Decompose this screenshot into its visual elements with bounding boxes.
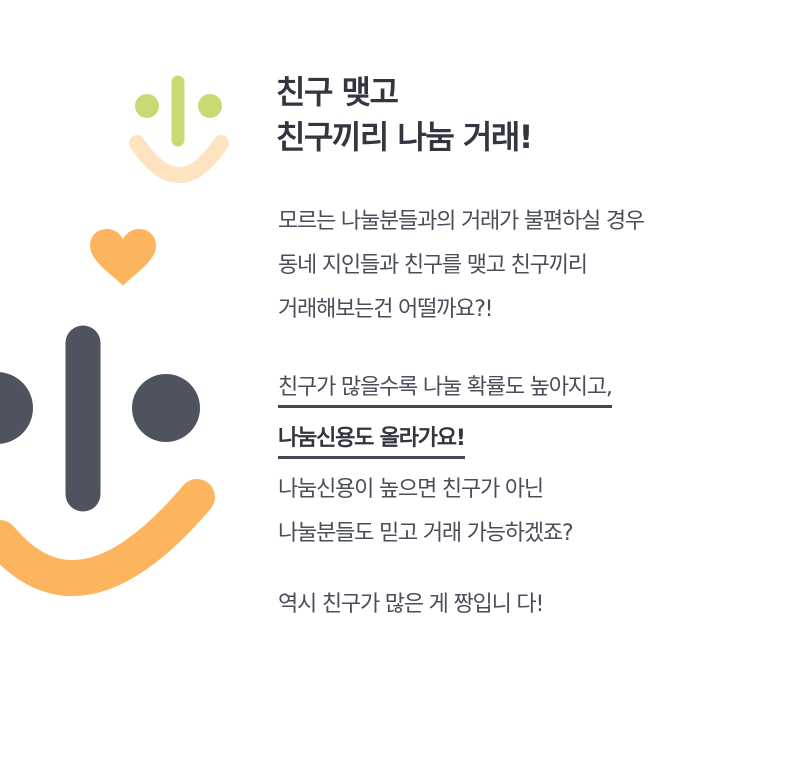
small-smiley-right-eye xyxy=(198,94,222,118)
intro-line-2: 동네 지인들과 친구를 맺고 친구끼리 xyxy=(278,253,588,278)
intro-line-1: 모르는 나눌분들과의 거래가 불편하실 경우 xyxy=(278,209,645,234)
big-smiley-left-eye xyxy=(0,372,33,444)
title-line-1: 친구 맺고 xyxy=(276,73,399,111)
small-smiley-mouth xyxy=(129,135,229,183)
credit-line-3: 나눔신용이 높으면 친구가 아닌 xyxy=(278,477,544,502)
credit-line-2-highlight: 나눔신용도 올라가요! xyxy=(278,422,466,459)
credit-line-4: 나눌분들도 믿고 거래 가능하겠죠? xyxy=(278,521,574,546)
small-smiley-icon xyxy=(129,75,229,183)
credit-paragraph: 친구가 많을수록 나눌 확률도 높아지고, 나눔신용도 올라가요! 나눔신용이 … xyxy=(278,366,800,556)
big-smiley-mouth xyxy=(0,479,215,596)
intro-paragraph: 모르는 나눌분들과의 거래가 불편하실 경우 동네 지인들과 친구를 맺고 친구… xyxy=(278,200,645,332)
intro-line-3: 거래해보는건 어떨까요?! xyxy=(278,297,493,322)
closing-line-1: 역시 친구가 많은 게 짱입니 다! xyxy=(278,592,544,617)
heart-icon xyxy=(90,229,156,286)
credit-line-1-underlined: 친구가 많을수록 나눌 확률도 높아지고, xyxy=(278,371,613,408)
big-smiley-icon xyxy=(0,325,215,596)
small-smiley-left-eye xyxy=(135,94,159,118)
closing-paragraph: 역시 친구가 많은 게 짱입니 다! xyxy=(278,583,544,627)
page-title: 친구 맺고 친구끼리 나눔 거래! xyxy=(276,70,533,160)
big-smiley-right-eye xyxy=(132,374,200,442)
title-line-2: 친구끼리 나눔 거래! xyxy=(276,118,533,156)
